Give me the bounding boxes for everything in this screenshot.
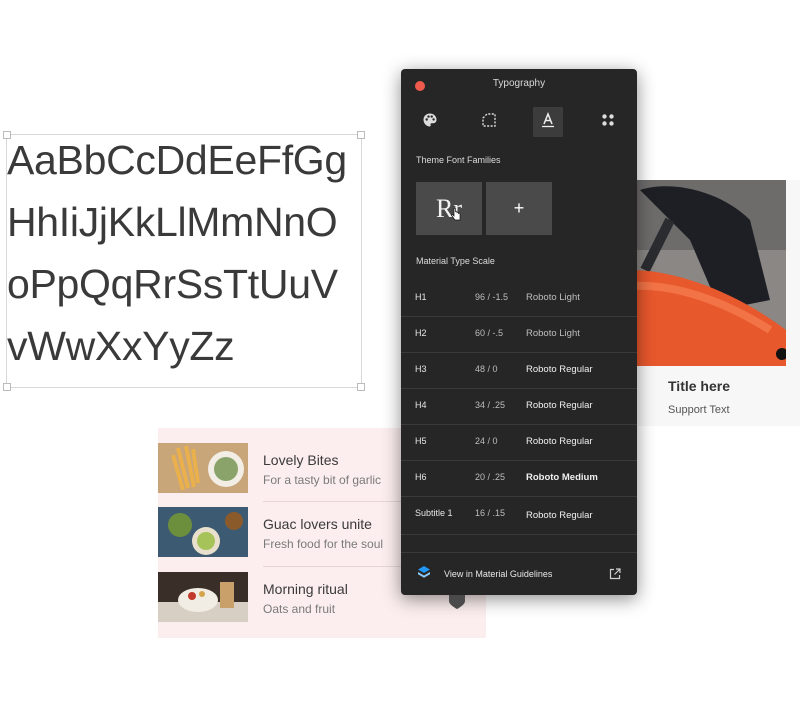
panel-title: Typography [492,78,546,89]
panel-tabs [401,107,637,139]
scale-font: Roboto Medium [526,472,598,483]
typography-icon [540,111,556,133]
resize-handle-bottom-left[interactable] [3,383,11,391]
scale-font: Roboto Light [526,292,580,303]
list-item-subtitle: For a tasty bit of garlic [263,473,382,487]
shape-corner-icon [481,112,497,133]
pointer-cursor-icon [450,207,462,227]
resize-handle-top-right[interactable] [357,131,365,139]
material-type-scale-label: Material Type Scale [416,256,495,266]
list-item-title: Morning ritual [263,581,348,597]
add-icon: + [513,198,525,218]
scale-name: H2 [415,328,427,338]
scale-font: Roboto Regular [526,400,593,411]
tab-typography[interactable] [533,107,563,137]
scale-size: 96 / -1.5 [475,292,509,302]
scale-size: 48 / 0 [475,364,498,374]
open-external-icon[interactable] [609,567,621,585]
scale-name: H5 [415,436,427,446]
fries-thumbnail [158,443,248,493]
tab-color[interactable] [415,107,445,137]
material-guidelines-link[interactable]: View in Material Guidelines [444,569,552,579]
scale-name: H1 [415,292,427,302]
scale-font: Roboto Regular [526,364,593,375]
palette-icon [422,112,438,133]
scale-size: 16 / .15 [475,508,506,518]
card-support-text: Support Text [668,404,730,416]
card-title: Title here [668,378,730,394]
specimen-line-2: HhIiJjKkLlMmNnO [7,199,338,245]
scale-size: 20 / .25 [475,472,506,482]
add-font-family-button[interactable]: + [486,182,552,235]
scale-size: 34 / .25 [475,400,506,410]
scale-name: H3 [415,364,427,374]
scale-name: H6 [415,472,427,482]
guacamole-thumbnail [158,507,248,557]
scale-size: 60 / -.5 [475,328,504,338]
type-scale-row-h4[interactable]: H4 34 / .25 Roboto Regular [401,388,637,425]
tab-components[interactable] [593,107,623,137]
typography-panel: Typography Theme Font Families Rr + Mate… [401,69,637,595]
list-item-subtitle: Fresh food for the soul [263,537,384,551]
type-scale-row-h1[interactable]: H1 96 / -1.5 Roboto Light [401,280,637,317]
type-scale-row-h6[interactable]: H6 20 / .25 Roboto Medium [401,460,637,497]
list-item-title: Guac lovers unite [263,516,372,532]
type-scale-row-subtitle-1[interactable]: Subtitle 1 16 / .15 Roboto Regular [401,496,637,535]
list-item-title: Lovely Bites [263,452,339,468]
resize-handle-bottom-right[interactable] [357,383,365,391]
scale-font: Roboto Regular [526,436,593,447]
panel-footer: View in Material Guidelines [401,552,637,595]
theme-font-families-label: Theme Font Families [416,155,501,165]
map-pin-icon [449,595,465,609]
components-icon [600,112,616,133]
font-family-roboto-swatch[interactable]: Rr [416,182,482,235]
scale-size: 24 / 0 [475,436,498,446]
scale-name: Subtitle 1 [415,508,453,518]
type-scale-row-h2[interactable]: H2 60 / -.5 Roboto Light [401,316,637,353]
scale-font: Roboto Light [526,328,580,339]
scale-name: H4 [415,400,427,410]
oats-thumbnail [158,572,248,622]
tab-shape[interactable] [474,107,504,137]
layers-icon [417,565,431,584]
type-scale-row-h5[interactable]: H5 24 / 0 Roboto Regular [401,424,637,461]
specimen-line-1: AaBbCcDdEeFfGg [7,137,347,183]
specimen-line-4: vWwXxYyZz [7,323,235,369]
list-item-subtitle: Oats and fruit [263,602,336,616]
type-specimen-artboard[interactable]: AaBbCcDdEeFfGg HhIiJjKkLlMmNnO oPpQqRrSs… [3,131,365,391]
specimen-line-3: oPpQqRrSsTtUuV [7,261,338,307]
scale-font: Roboto Regular [526,510,593,521]
type-scale-row-h3[interactable]: H3 48 / 0 Roboto Regular [401,352,637,389]
